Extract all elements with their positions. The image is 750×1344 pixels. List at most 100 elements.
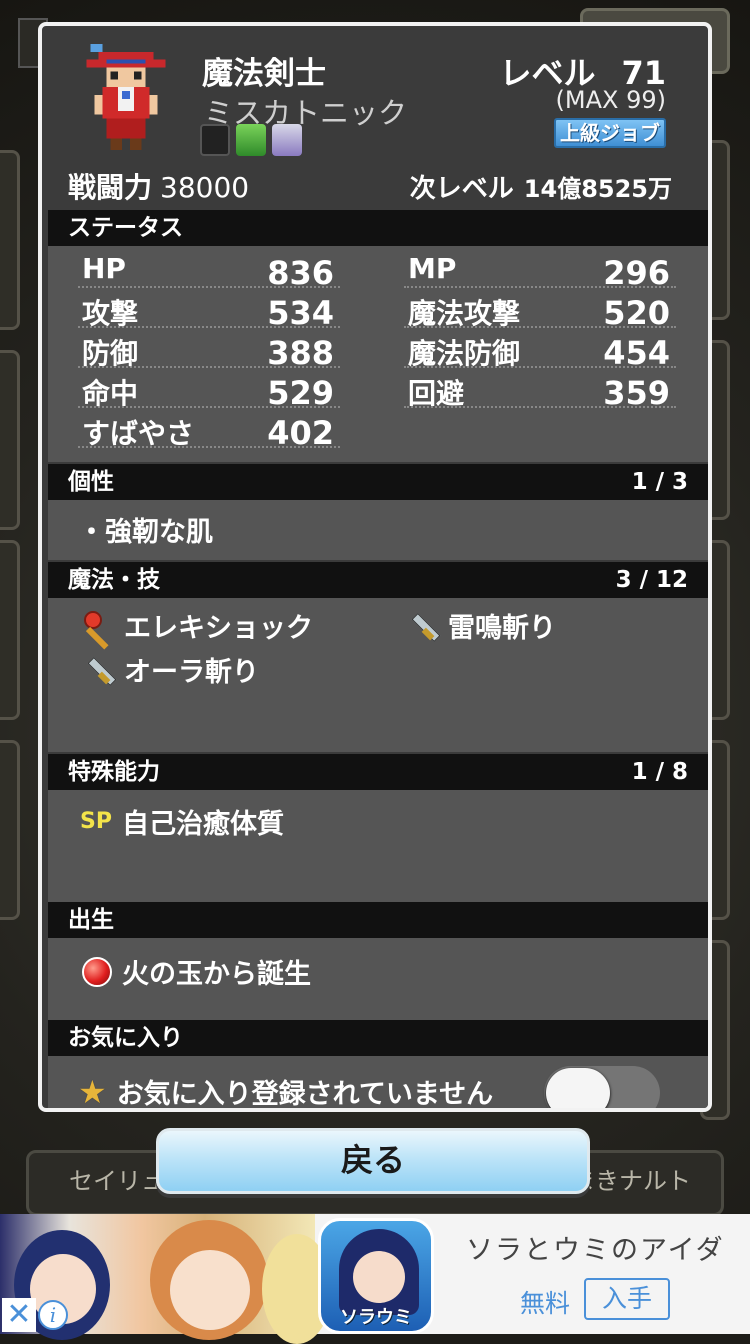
abilities-count: 1 / 8 — [631, 759, 688, 785]
abilities-header: 特殊能力 1 / 8 — [48, 754, 708, 790]
ad-get-button[interactable]: 入手 — [584, 1278, 670, 1320]
toggle-knob[interactable] — [546, 1068, 610, 1108]
ability-item[interactable]: SP 自己治癒体質 — [80, 802, 284, 841]
ad-info-icon[interactable]: i — [38, 1300, 68, 1330]
combat-power-value: 38000 — [160, 171, 250, 204]
character-portrait — [86, 43, 166, 151]
stat-value: 520 — [603, 294, 670, 332]
traits-header: 個性 1 / 3 — [48, 464, 708, 500]
stat-label: 魔法防御 — [408, 337, 521, 370]
stat-label: HP — [82, 252, 126, 285]
ad-character-face — [170, 1250, 250, 1330]
job-history-icons — [200, 124, 302, 156]
next-level-label: 次レベル — [409, 174, 514, 204]
background-slot — [0, 740, 20, 920]
job-mini-icon — [200, 124, 230, 156]
stat-label: 回避 — [408, 377, 465, 410]
favorite-header: お気に入り — [48, 1020, 708, 1056]
skill-item[interactable]: 雷鳴斬り — [404, 606, 556, 645]
skill-name: エレキショック — [124, 613, 313, 644]
stat-value: 529 — [267, 374, 334, 412]
max-level: (MAX 99) — [555, 86, 666, 114]
job-mini-icon — [236, 124, 266, 156]
ad-app-icon[interactable]: ソラウミ — [318, 1218, 434, 1334]
ad-icon-face — [353, 1251, 405, 1303]
traits-count: 1 / 3 — [631, 469, 688, 495]
ability-name: 自己治癒体質 — [121, 809, 284, 840]
stat-label: 命中 — [82, 377, 139, 410]
sp-tag-icon: SP — [80, 809, 112, 834]
skills-section: エレキショック 雷鳴斬り オーラ斬り — [48, 598, 708, 752]
status-header-label: ステータス — [68, 215, 183, 241]
stat-label: 攻撃 — [82, 297, 139, 330]
traits-header-label: 個性 — [68, 469, 114, 495]
skill-item[interactable]: オーラ斬り — [80, 650, 259, 689]
stat-label: MP — [408, 252, 457, 285]
stat-row: 魔法防御 454 — [404, 330, 676, 372]
stat-row: MP 296 — [404, 250, 676, 292]
ad-title[interactable]: ソラとウミのアイダ — [466, 1228, 725, 1267]
trait-item[interactable]: ・強靭な肌 — [78, 510, 213, 549]
stat-label: すばやさ — [82, 417, 195, 450]
birth-section: 火の玉から誕生 — [48, 938, 708, 1020]
job-mini-icon — [272, 124, 302, 156]
favorite-header-label: お気に入り — [68, 1025, 183, 1051]
stat-row: 魔法攻撃 520 — [404, 290, 676, 332]
stat-value: 402 — [267, 414, 334, 452]
favorite-item: ★ お気に入り登録されていません — [78, 1072, 494, 1111]
stat-label: 防御 — [82, 337, 139, 370]
skill-name: 雷鳴斬り — [448, 613, 556, 644]
background-slot — [0, 150, 20, 330]
background-slot — [0, 540, 20, 720]
job-rank-badge: 上級ジョブ — [554, 118, 666, 148]
abilities-header-label: 特殊能力 — [68, 759, 160, 785]
birth-header-label: 出生 — [68, 907, 114, 933]
status-section: HP 836 攻撃 534 防御 388 命中 529 すばやさ 402 MP 296 魔法… — [48, 246, 708, 462]
sword-icon — [404, 609, 438, 643]
stat-value: 534 — [267, 294, 334, 332]
stat-value: 454 — [603, 334, 670, 372]
class-name: 魔法剣士 — [202, 56, 326, 92]
ad-price: 無料 — [520, 1289, 571, 1318]
trait-name: ・強靭な肌 — [78, 517, 213, 548]
favorite-text: お気に入り登録されていません — [116, 1079, 494, 1110]
stat-row: 防御 388 — [78, 330, 340, 372]
abilities-section: SP 自己治癒体質 — [48, 790, 708, 902]
skills-header-label: 魔法・技 — [68, 567, 160, 593]
birth-text: 火の玉から誕生 — [122, 959, 311, 990]
stat-value: 296 — [603, 254, 670, 292]
wand-icon — [80, 609, 114, 643]
stat-row: すばやさ 402 — [78, 410, 340, 452]
ad-icon-label: ソラウミ — [340, 1307, 412, 1328]
stat-value: 388 — [267, 334, 334, 372]
stat-row: 攻撃 534 — [78, 290, 340, 332]
character-detail-panel: 魔法剣士 ミスカトニック レベル 71 (MAX 99) 上級ジョブ 戦闘力 380… — [38, 22, 712, 1112]
background-slot — [0, 350, 20, 530]
birth-header: 出生 — [48, 902, 708, 938]
next-level-exp: 次レベル 14億8525万 — [410, 168, 672, 205]
stat-row: HP 836 — [78, 250, 340, 292]
star-icon: ★ — [78, 1072, 107, 1111]
skills-count: 3 / 12 — [615, 567, 688, 593]
birth-item: 火の玉から誕生 — [82, 952, 311, 991]
favorite-section: ★ お気に入り登録されていません — [48, 1056, 708, 1111]
favorite-toggle[interactable] — [544, 1066, 660, 1108]
traits-section: ・強靭な肌 — [48, 500, 708, 560]
combat-power: 戦闘力 38000 — [68, 166, 249, 206]
skills-header: 魔法・技 3 / 12 — [48, 562, 708, 598]
ad-close-icon[interactable]: ✕ — [2, 1298, 36, 1332]
status-header: ステータス — [48, 210, 708, 246]
back-button[interactable]: 戻る — [156, 1128, 590, 1194]
stat-row: 回避 359 — [404, 370, 676, 412]
sword-icon — [80, 653, 114, 687]
fireball-icon — [82, 956, 112, 987]
stat-row: 命中 529 — [78, 370, 340, 412]
stat-value: 836 — [267, 254, 334, 292]
skill-name: オーラ斬り — [124, 657, 259, 688]
stat-value: 359 — [603, 374, 670, 412]
stat-label: 魔法攻撃 — [408, 297, 521, 330]
combat-power-label: 戦闘力 — [68, 171, 153, 204]
next-level-value: 14億8525万 — [523, 175, 672, 203]
skill-item[interactable]: エレキショック — [80, 606, 313, 645]
ad-banner[interactable]: ソラウミ ソラとウミのアイダ 無料 入手 ✕ i — [0, 1214, 750, 1344]
